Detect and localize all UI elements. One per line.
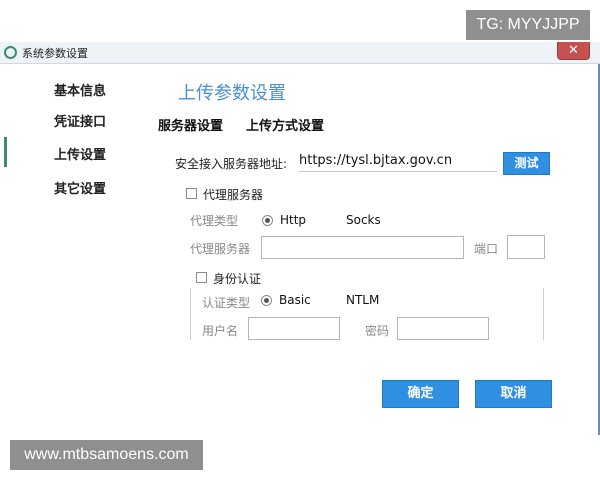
auth-type-label: 认证类型 [202, 296, 251, 310]
auth-checkbox[interactable] [196, 272, 207, 283]
proxy-port-input[interactable] [507, 235, 545, 259]
watermark-top: TG: MYYJJPP [466, 10, 590, 40]
server-url-field[interactable]: https://tysl.bjtax.gov.cn [299, 150, 497, 172]
proxy-socks-option[interactable]: Socks [346, 213, 381, 227]
sidebar-item-voucher-interface[interactable]: 凭证接口 [54, 111, 106, 130]
sidebar-item-basic-info[interactable]: 基本信息 [54, 80, 106, 99]
tab-upload-method[interactable]: 上传方式设置 [246, 115, 324, 134]
sidebar-item-other-settings[interactable]: 其它设置 [54, 178, 106, 197]
panel-title: 上传参数设置 [178, 83, 286, 104]
window-title: 系统参数设置 [22, 47, 88, 60]
sidebar-active-indicator [4, 137, 7, 167]
auth-checkbox-label: 身份认证 [213, 272, 262, 286]
password-label: 密码 [365, 324, 390, 338]
tab-server-settings[interactable]: 服务器设置 [158, 115, 223, 134]
test-button[interactable]: 测试 [503, 152, 550, 175]
proxy-server-label: 代理服务器 [190, 242, 251, 256]
proxy-http-label: Http [280, 213, 307, 227]
title-bar: 系统参数设置 ✕ [0, 42, 600, 64]
password-input[interactable] [397, 317, 489, 340]
auth-basic-label: Basic [279, 293, 311, 307]
username-input[interactable] [248, 317, 340, 340]
proxy-http-radio[interactable] [262, 215, 273, 226]
auth-ntlm-option[interactable]: NTLM [346, 293, 379, 307]
server-url-label: 安全接入服务器地址: [175, 157, 288, 171]
close-icon: ✕ [568, 43, 579, 58]
proxy-type-label: 代理类型 [190, 214, 239, 228]
app-icon [4, 46, 17, 59]
watermark-bottom: www.mtbsamoens.com [10, 440, 203, 470]
proxy-port-label: 端口 [474, 242, 499, 256]
cancel-button[interactable]: 取消 [475, 380, 552, 408]
proxy-checkbox-label: 代理服务器 [203, 188, 264, 202]
auth-basic-radio[interactable] [261, 295, 272, 306]
proxy-server-input[interactable] [261, 236, 464, 259]
username-label: 用户名 [202, 324, 239, 338]
close-button[interactable]: ✕ [557, 42, 590, 60]
sidebar-item-upload-settings[interactable]: 上传设置 [54, 144, 106, 163]
ok-button[interactable]: 确定 [382, 380, 459, 408]
settings-window: 系统参数设置 ✕ 基本信息 凭证接口 上传设置 其它设置 上传参数设置 服务器设… [0, 42, 600, 435]
proxy-checkbox[interactable] [186, 188, 197, 199]
